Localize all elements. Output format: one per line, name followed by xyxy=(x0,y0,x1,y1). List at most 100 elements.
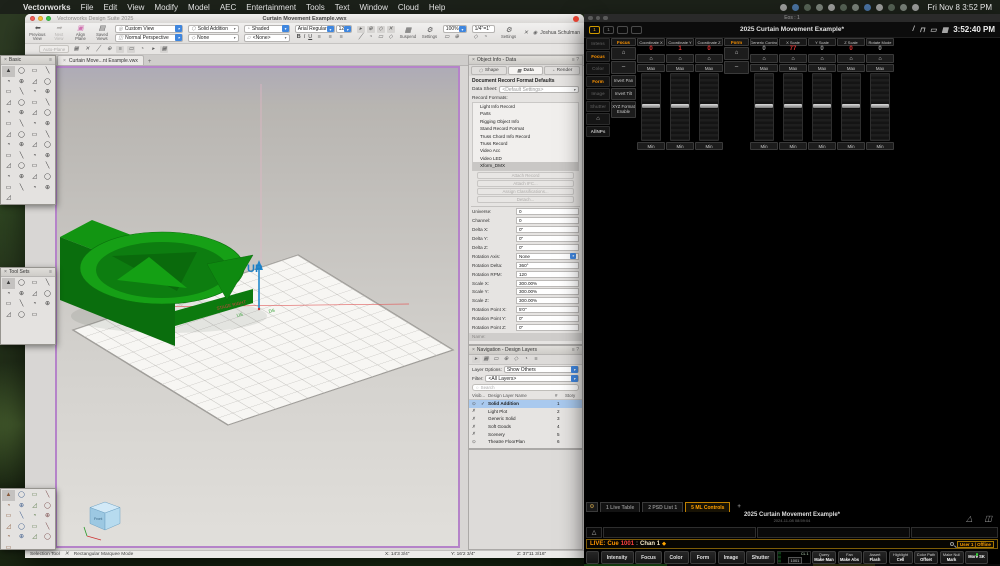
pick-mode-icon[interactable] xyxy=(149,46,157,53)
palette-menu-icon[interactable]: ≡ ? xyxy=(572,57,579,63)
marquee-mode-icon[interactable] xyxy=(127,46,135,53)
category-shutter[interactable]: Shutter xyxy=(586,101,610,113)
fader-handle[interactable] xyxy=(784,104,802,108)
auto-plane-toggle[interactable]: Auto-Plane xyxy=(39,45,69,53)
home-button[interactable]: ⌂ xyxy=(695,54,723,63)
record-item[interactable]: Parts xyxy=(473,110,578,117)
tool-icon[interactable] xyxy=(2,161,15,172)
visibility-off-icon[interactable]: ✗ xyxy=(472,424,481,430)
softkey-make-null[interactable]: Make NullMark xyxy=(940,551,964,564)
tool-icon[interactable] xyxy=(2,172,15,183)
fader-track[interactable] xyxy=(754,73,774,141)
tool-icon[interactable] xyxy=(2,193,15,204)
tool-icon[interactable] xyxy=(41,161,54,172)
palette-icon[interactable] xyxy=(2,543,15,554)
rotation-point-y-field[interactable]: 0" xyxy=(516,315,579,322)
nav-mode-icon[interactable] xyxy=(532,356,540,363)
tool-set-icon[interactable] xyxy=(15,289,28,300)
layer-row-scenery[interactable]: ✗ Scenery5 xyxy=(469,430,582,438)
menubar-clock[interactable]: Fri Nov 8 3:52 PM xyxy=(928,3,992,12)
palette-icon[interactable] xyxy=(41,490,54,501)
softkey-color-path[interactable]: Color PathOffset xyxy=(914,551,938,564)
tool-set-icon[interactable] xyxy=(15,299,28,310)
document-settings-button[interactable]: ⚙Settings xyxy=(500,27,517,39)
min-button[interactable]: Min xyxy=(637,142,665,150)
pan-icon[interactable] xyxy=(453,34,461,41)
moving-light-icon[interactable]: ⊓ xyxy=(919,26,924,34)
fader-handle[interactable] xyxy=(842,104,860,108)
tool-icon[interactable] xyxy=(15,183,28,194)
palette-icon[interactable] xyxy=(2,511,15,522)
softkey-form[interactable]: Form xyxy=(690,551,716,564)
constraint-icon[interactable] xyxy=(367,34,375,41)
menu-cloud[interactable]: Cloud xyxy=(393,3,424,12)
tool-icon[interactable] xyxy=(41,151,54,162)
visibility-off-icon[interactable]: ✗ xyxy=(472,431,481,437)
menu-app[interactable]: Vectorworks xyxy=(18,3,76,12)
snap-grid-icon[interactable] xyxy=(83,46,91,53)
menu-model[interactable]: Model xyxy=(183,3,215,12)
softkey-blank[interactable] xyxy=(586,551,599,564)
form-collapse-button[interactable]: – xyxy=(724,61,749,74)
tool-set-icon[interactable] xyxy=(28,299,41,310)
fader-page-cell[interactable] xyxy=(603,527,756,538)
home-button[interactable]: ⌂ xyxy=(866,54,894,63)
tool-set-icon[interactable] xyxy=(15,310,28,321)
fader-handle[interactable] xyxy=(755,104,773,108)
menu-tools[interactable]: Tools xyxy=(301,3,330,12)
layer-options-dropdown[interactable]: Show Others▾ xyxy=(504,366,579,373)
focus-collapse-button[interactable]: – xyxy=(611,61,636,74)
palette-menu-icon[interactable]: ≡ xyxy=(49,269,52,275)
palette-icon[interactable] xyxy=(2,522,15,533)
record-item-selected[interactable]: Xform_DMX xyxy=(473,162,578,169)
tool-icon[interactable] xyxy=(28,108,41,119)
focus-home-button[interactable]: ⌂ xyxy=(611,47,636,60)
home-button[interactable]: ⌂ xyxy=(586,113,610,125)
tool-icon[interactable] xyxy=(15,161,28,172)
category-color[interactable]: Color xyxy=(586,63,610,75)
saved-views-button[interactable]: ▤Saved Views xyxy=(94,25,111,41)
tool-icon[interactable] xyxy=(15,98,28,109)
tool-icon[interactable] xyxy=(28,130,41,141)
constraint-icon[interactable] xyxy=(377,26,385,33)
fader-track[interactable] xyxy=(641,73,661,141)
tool-icon[interactable] xyxy=(28,183,41,194)
tool-icon[interactable] xyxy=(2,130,15,141)
softkey-color[interactable]: Color xyxy=(664,551,689,564)
view-cube[interactable]: Front xyxy=(84,502,120,540)
navigation-header[interactable]: × Navigation - Design Layers ≡ ? xyxy=(469,346,582,355)
visibility-off-icon[interactable]: ✗ xyxy=(472,416,481,422)
class-dropdown[interactable]: ▱<None>▾ xyxy=(244,34,290,42)
menubar-status-icon[interactable] xyxy=(888,4,895,11)
vw-title-bar[interactable]: Curtain Movement Example.vwx Vectorworks… xyxy=(25,14,584,23)
tool-icon[interactable] xyxy=(2,183,15,194)
menu-edit[interactable]: Edit xyxy=(98,3,122,12)
tool-icon[interactable] xyxy=(15,151,28,162)
snap-edge-icon[interactable] xyxy=(116,46,124,53)
monitor-icon[interactable]: ▭ xyxy=(930,26,937,34)
close-palette-icon[interactable]: × xyxy=(4,57,7,63)
record-item[interactable]: Truss Record xyxy=(473,140,578,147)
tool-icon[interactable] xyxy=(15,172,28,183)
tool-set-icon[interactable] xyxy=(41,299,54,310)
layer-search-input[interactable]: ○ Search xyxy=(472,384,579,391)
fader-page-cell[interactable] xyxy=(757,527,910,538)
next-view-button[interactable]: ➡Next View xyxy=(51,25,68,41)
projection-dropdown[interactable]: ◫Normal Perspective▾ xyxy=(115,34,183,42)
menu-entertainment[interactable]: Entertainment xyxy=(241,3,301,12)
text-tool-icon[interactable] xyxy=(2,77,15,88)
add-tab-button[interactable]: + xyxy=(732,502,746,512)
attach-ifc-button[interactable]: Attach IFC... xyxy=(477,180,574,187)
palette-icon[interactable] xyxy=(2,490,15,501)
softkey-focus[interactable]: Focus xyxy=(635,551,662,564)
record-item[interactable]: Video LED xyxy=(473,155,578,162)
tool-icon[interactable] xyxy=(41,98,54,109)
palette-icon[interactable] xyxy=(28,501,41,512)
tool-icon[interactable] xyxy=(2,140,15,151)
italic-button[interactable]: I xyxy=(304,34,306,41)
palette-icon[interactable] xyxy=(15,532,28,543)
tool-icon[interactable] xyxy=(15,87,28,98)
tool-icon[interactable] xyxy=(41,130,54,141)
menubar-status-icon[interactable] xyxy=(852,4,859,11)
tool-icon[interactable] xyxy=(41,87,54,98)
